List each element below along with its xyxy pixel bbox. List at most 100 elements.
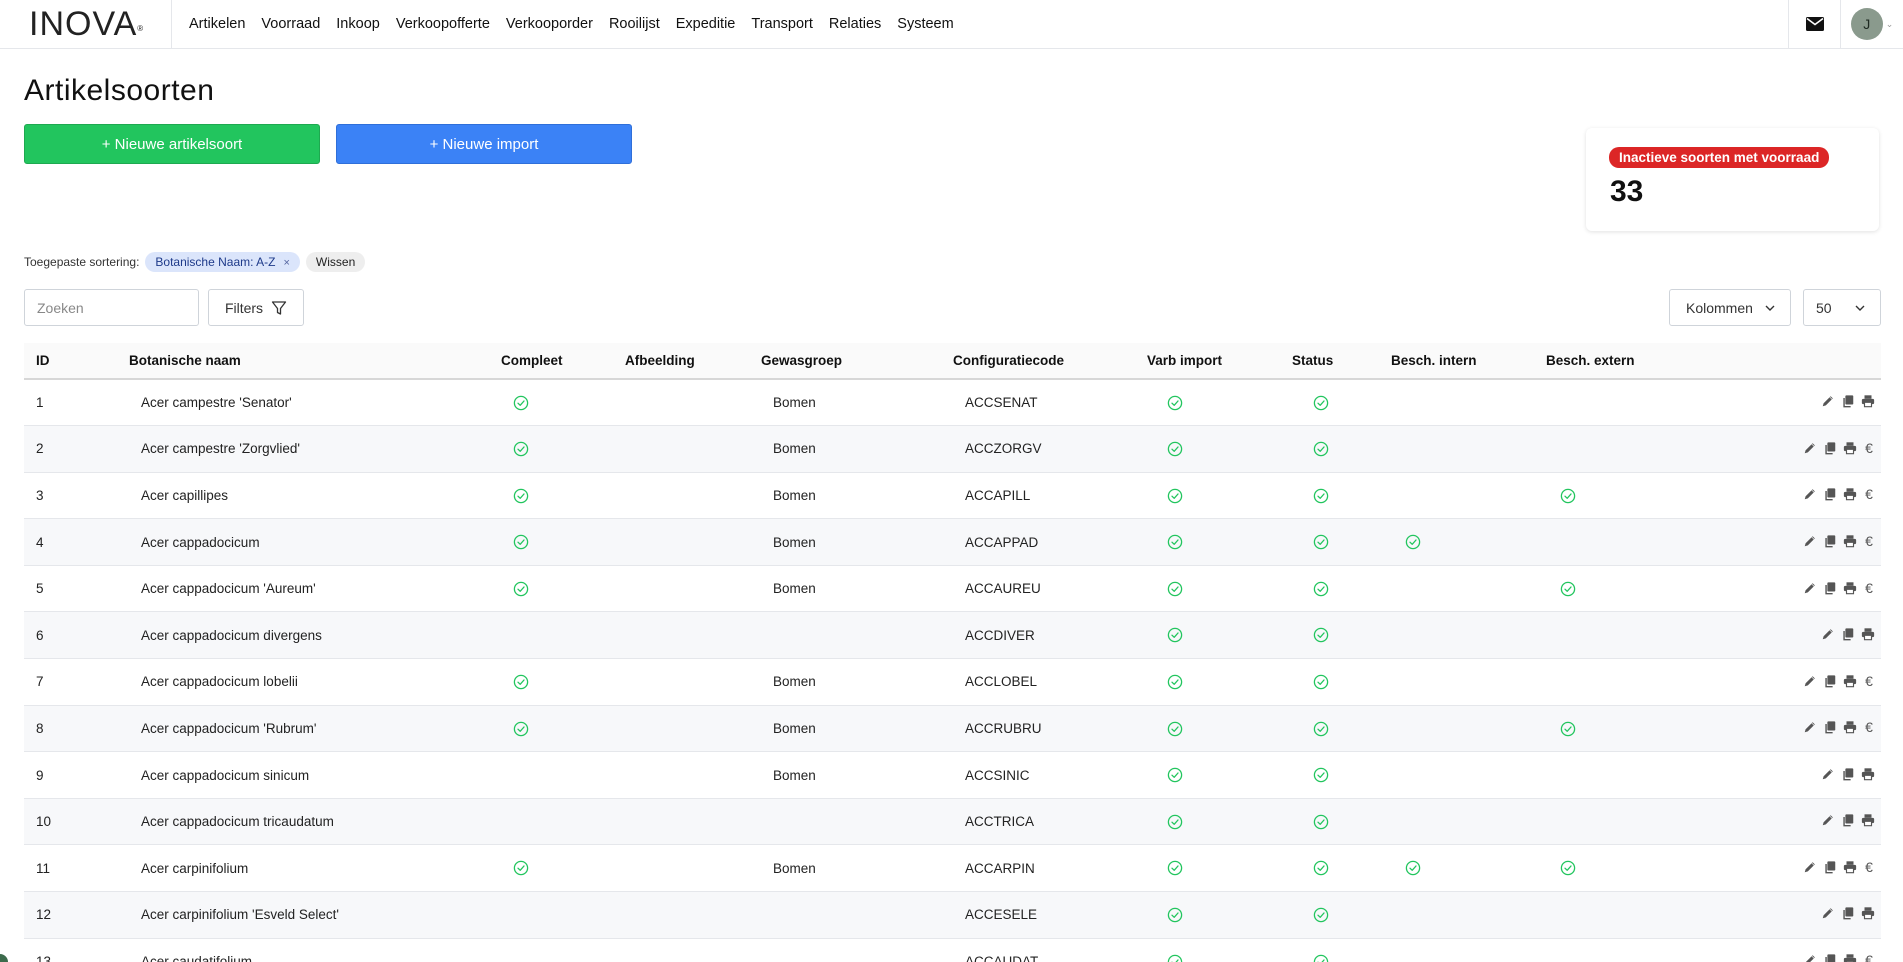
close-icon[interactable]: × [283, 257, 289, 269]
print-icon[interactable] [1843, 487, 1857, 501]
price-icon[interactable]: € [1863, 719, 1875, 735]
edit-icon[interactable] [1803, 674, 1817, 688]
edit-icon[interactable] [1803, 441, 1817, 455]
nav-item-relaties[interactable]: Relaties [829, 16, 881, 32]
nav-item-voorraad[interactable]: Voorraad [261, 16, 320, 32]
print-icon[interactable] [1861, 627, 1875, 641]
price-icon[interactable]: € [1863, 533, 1875, 549]
table-row[interactable]: 7 Acer cappadocicum lobelii Bomen ACCLOBEL € [24, 658, 1881, 706]
col-varb-import[interactable]: Varb import [1147, 343, 1292, 380]
price-icon[interactable]: € [1863, 580, 1875, 596]
copy-icon[interactable] [1841, 813, 1855, 827]
new-import-button[interactable]: + Nieuwe import [336, 124, 632, 164]
copy-icon[interactable] [1841, 627, 1855, 641]
table-row[interactable]: 6 Acer cappadocicum divergens ACCDIVER [24, 611, 1881, 660]
nav-item-systeem[interactable]: Systeem [897, 16, 953, 32]
edit-icon[interactable] [1803, 953, 1817, 962]
edit-icon[interactable] [1803, 720, 1817, 734]
table-row[interactable]: 13 Acer caudatifolium ACCAUDAT € [24, 938, 1881, 962]
print-icon[interactable] [1861, 813, 1875, 827]
edit-icon[interactable] [1803, 860, 1817, 874]
table-row[interactable]: 11 Acer carpinifolium Bomen ACCARPIN € [24, 844, 1881, 893]
filters-button[interactable]: Filters [208, 289, 304, 326]
edit-icon[interactable] [1803, 581, 1817, 595]
table-row[interactable]: 2 Acer campestre 'Zorgvlied' Bomen ACCZORGV… [24, 425, 1881, 473]
logo[interactable]: INOVA ® [0, 0, 172, 48]
nav-item-transport[interactable]: Transport [751, 16, 813, 32]
table-row[interactable]: 1 Acer campestre 'Senator' Bomen ACCSENAT [24, 379, 1881, 427]
search-input[interactable] [24, 289, 199, 326]
sort-chip[interactable]: Botanische Naam: A-Z × [145, 252, 300, 272]
user-menu[interactable]: J ⌄ [1840, 0, 1903, 48]
copy-icon[interactable] [1841, 767, 1855, 781]
print-icon[interactable] [1843, 441, 1857, 455]
row-besch-extern [1546, 472, 1666, 520]
table-row[interactable]: 10 Acer cappadocicum tricaudatum ACCTRICA [24, 798, 1881, 846]
messages-button[interactable] [1788, 0, 1840, 48]
col-besch-extern[interactable]: Besch. extern [1546, 343, 1666, 380]
edit-icon[interactable] [1803, 534, 1817, 548]
col-id[interactable]: ID [24, 343, 129, 380]
edit-icon[interactable] [1821, 813, 1835, 827]
table-row[interactable]: 8 Acer cappadocicum 'Rubrum' Bomen ACCRUBRU… [24, 705, 1881, 753]
nav-item-artikelen[interactable]: Artikelen [189, 16, 245, 32]
price-icon[interactable]: € [1863, 859, 1875, 875]
table-row[interactable]: 3 Acer capillipes Bomen ACCAPILL € [24, 472, 1881, 520]
col-besch-intern[interactable]: Besch. intern [1391, 343, 1546, 380]
per-page-select[interactable]: 50 [1803, 289, 1881, 326]
nav-item-verkooporder[interactable]: Verkooporder [506, 16, 593, 32]
col-botanische-naam[interactable]: Botanische naam [129, 343, 501, 380]
row-gewasgroep: Bomen [773, 581, 816, 597]
price-icon[interactable]: € [1863, 673, 1875, 689]
nav-item-rooilijst[interactable]: Rooilijst [609, 16, 660, 32]
table-row[interactable]: 9 Acer cappadocicum sinicum Bomen ACCSINIC [24, 751, 1881, 799]
print-icon[interactable] [1843, 720, 1857, 734]
copy-icon[interactable] [1841, 394, 1855, 408]
print-icon[interactable] [1861, 906, 1875, 920]
print-icon[interactable] [1861, 394, 1875, 408]
clear-sorting-button[interactable]: Wissen [305, 252, 366, 272]
row-name-cell: Acer capillipes [129, 472, 501, 520]
col-configuratiecode[interactable]: Configuratiecode [953, 343, 1147, 380]
edit-icon[interactable] [1803, 487, 1817, 501]
copy-icon[interactable] [1823, 860, 1837, 874]
print-icon[interactable] [1843, 674, 1857, 688]
copy-icon[interactable] [1823, 487, 1837, 501]
print-icon[interactable] [1843, 860, 1857, 874]
col-compleet[interactable]: Compleet [501, 343, 625, 380]
print-icon[interactable] [1843, 581, 1857, 595]
edit-icon[interactable] [1821, 394, 1835, 408]
copy-icon[interactable] [1841, 906, 1855, 920]
table-row[interactable]: 5 Acer cappadocicum 'Aureum' Bomen ACCAUREU… [24, 565, 1881, 613]
row-configuratiecode: ACCSENAT [965, 395, 1038, 411]
edit-icon[interactable] [1821, 627, 1835, 641]
price-icon[interactable]: € [1863, 486, 1875, 502]
inactive-stock-card[interactable]: Inactieve soorten met voorraad 33 [1586, 128, 1879, 231]
copy-icon[interactable] [1823, 441, 1837, 455]
nav-item-expeditie[interactable]: Expeditie [676, 16, 736, 32]
columns-dropdown[interactable]: Kolommen [1669, 289, 1791, 326]
col-status[interactable]: Status [1292, 343, 1391, 380]
print-icon[interactable] [1861, 767, 1875, 781]
price-icon[interactable]: € [1863, 440, 1875, 456]
print-icon[interactable] [1843, 534, 1857, 548]
print-icon[interactable] [1843, 953, 1857, 962]
row-besch-intern [1391, 844, 1546, 893]
price-icon[interactable]: € [1863, 952, 1875, 962]
col-gewasgroep[interactable]: Gewasgroep [761, 343, 953, 380]
col-afbeelding[interactable]: Afbeelding [625, 343, 761, 380]
copy-icon[interactable] [1823, 534, 1837, 548]
row-configuratiecode: ACCRUBRU [965, 720, 1042, 736]
copy-icon[interactable] [1823, 720, 1837, 734]
edit-icon[interactable] [1821, 906, 1835, 920]
copy-icon[interactable] [1823, 581, 1837, 595]
edit-icon[interactable] [1821, 767, 1835, 781]
copy-icon[interactable] [1823, 674, 1837, 688]
nav-item-verkoopofferte[interactable]: Verkoopofferte [396, 16, 490, 32]
new-artikelsoort-button[interactable]: + Nieuwe artikelsoort [24, 124, 320, 164]
copy-icon[interactable] [1823, 953, 1837, 962]
nav-item-inkoop[interactable]: Inkoop [336, 16, 380, 32]
table-row[interactable]: 4 Acer cappadocicum Bomen ACCAPPAD € [24, 518, 1881, 566]
row-gewasgroep-cell: Bomen [761, 472, 953, 520]
table-row[interactable]: 12 Acer carpinifolium 'Esveld Select' ACCE… [24, 891, 1881, 939]
